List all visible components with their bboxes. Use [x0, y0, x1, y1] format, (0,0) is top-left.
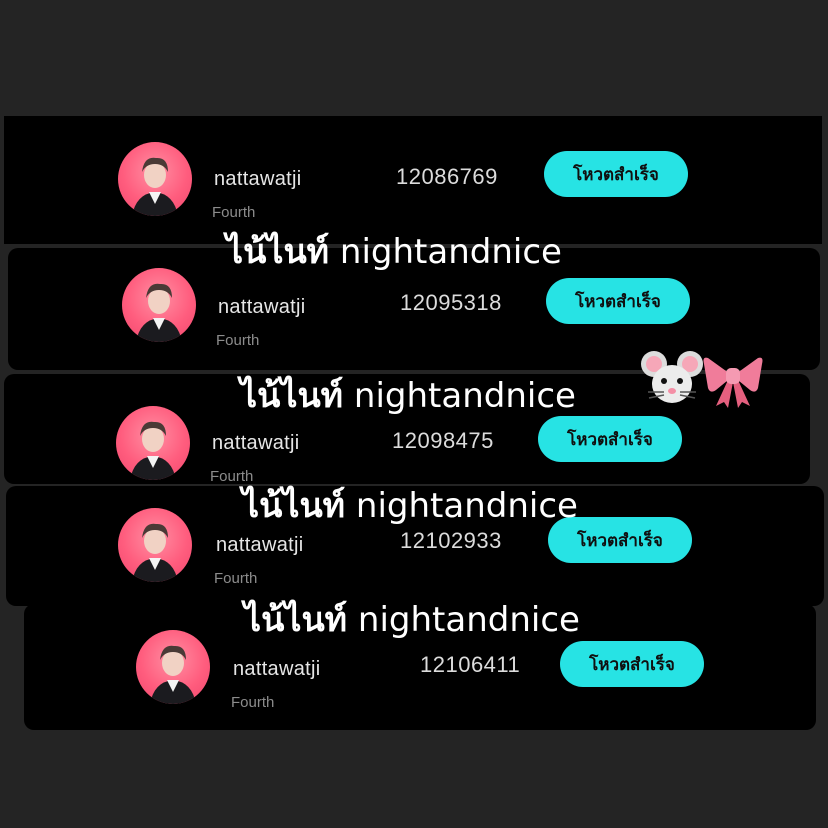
- username: nattawatji: [216, 534, 304, 556]
- caption: ไน้ไนท์ nightandnice: [242, 478, 578, 532]
- caption: ไน้ไนท์ nightandnice: [240, 368, 576, 422]
- caption-latin: nightandnice: [353, 376, 576, 416]
- username: nattawatji: [212, 432, 300, 454]
- avatar: [116, 406, 190, 480]
- avatar: [136, 630, 210, 704]
- username: nattawatji: [214, 168, 302, 190]
- vote-row: nattawatji Fourth 12095318 โหวตสำเร็จ: [0, 266, 828, 356]
- caption-latin: nightandnice: [339, 232, 562, 272]
- display-name: Fourth: [214, 570, 258, 587]
- vote-success-button[interactable]: โหวตสำเร็จ: [538, 416, 682, 462]
- display-name: Fourth: [212, 204, 256, 221]
- avatar: [122, 268, 196, 342]
- username: nattawatji: [233, 658, 321, 680]
- vote-row: nattawatji Fourth 12086769 โหวตสำเร็จ: [0, 140, 828, 230]
- avatar: [118, 142, 192, 216]
- vote-success-button[interactable]: โหวตสำเร็จ: [560, 641, 704, 687]
- mouse-face-icon: [641, 351, 703, 403]
- ribbon-icon: [703, 357, 763, 408]
- caption: ไน้ไนท์ nightandnice: [226, 224, 562, 278]
- vote-count: 12098475: [392, 428, 494, 453]
- display-name: Fourth: [216, 332, 260, 349]
- vote-count: 12086769: [396, 164, 498, 189]
- caption-thai: ไน้ไนท์: [244, 600, 348, 640]
- vote-count: 12095318: [400, 290, 502, 315]
- caption-thai: ไน้ไนท์: [242, 486, 346, 526]
- caption-thai: ไน้ไนท์: [240, 376, 344, 416]
- display-name: Fourth: [231, 694, 275, 711]
- caption: ไน้ไนท์ nightandnice: [244, 592, 580, 646]
- avatar: [118, 508, 192, 582]
- vote-success-button[interactable]: โหวตสำเร็จ: [544, 151, 688, 197]
- vote-success-button[interactable]: โหวตสำเร็จ: [546, 278, 690, 324]
- caption-thai: ไน้ไนท์: [226, 232, 330, 272]
- caption-latin: nightandnice: [357, 600, 580, 640]
- caption-latin: nightandnice: [355, 486, 578, 526]
- username: nattawatji: [218, 296, 306, 318]
- vote-count: 12106411: [420, 652, 521, 677]
